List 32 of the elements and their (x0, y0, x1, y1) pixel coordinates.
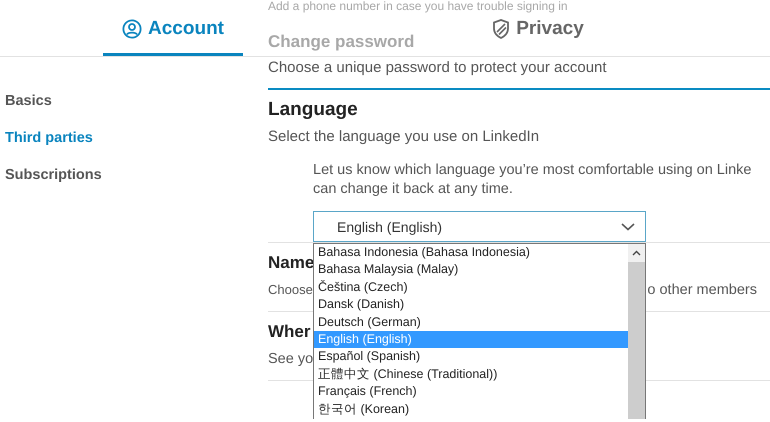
sidebar-item[interactable]: Subscriptions (5, 165, 102, 185)
dropdown-option[interactable]: Čeština (Czech) (314, 278, 628, 296)
scrollbar[interactable] (628, 244, 645, 419)
dropdown-option[interactable]: Español (Spanish) (314, 348, 628, 366)
section-heading: Name (268, 252, 312, 274)
section-heading: Wher (268, 321, 312, 343)
sidebar-item[interactable]: Basics (5, 91, 52, 111)
help-text: Let us know which language you’re most comfortable using on Linke (313, 161, 752, 180)
section-description: Choose a unique password to protect your account (268, 58, 770, 90)
dropdown-option[interactable]: Bahasa Indonesia (Bahasa Indonesia) (314, 244, 628, 262)
dropdown-option[interactable]: 한국어 (Korean) (314, 400, 628, 418)
section-description: Select the language you use on LinkedIn (268, 127, 540, 147)
dropdown-option[interactable]: Bahasa Malaysia (Malay) (314, 261, 628, 279)
section-heading: Language (268, 98, 359, 122)
shield-icon (492, 18, 510, 38)
section-description: Choose (268, 281, 313, 299)
dropdown-option[interactable]: 正體中文 (Chinese (Traditional)) (314, 366, 628, 384)
dropdown-option[interactable]: Deutsch (German) (314, 314, 628, 331)
section-heading: Change password (268, 32, 416, 52)
dropdown-option[interactable]: Dansk (Danish) (314, 296, 628, 314)
sidebar-item[interactable]: Third parties (5, 128, 93, 148)
phone-hint: Add a phone number in case you have trouble signing in (268, 0, 569, 13)
chevron-icon (621, 222, 635, 230)
section-description: See yo (268, 350, 314, 369)
section-description: o other members (647, 281, 757, 300)
tab[interactable]: Privacy (488, 14, 588, 56)
language-select[interactable]: English (English) (313, 211, 646, 242)
dropdown-option[interactable]: Français (French) (314, 383, 628, 401)
tab[interactable]: Account (103, 14, 243, 56)
person-icon (122, 18, 142, 38)
help-text: can change it back at any time. (313, 180, 514, 199)
scroll-up-icon[interactable] (632, 250, 641, 256)
